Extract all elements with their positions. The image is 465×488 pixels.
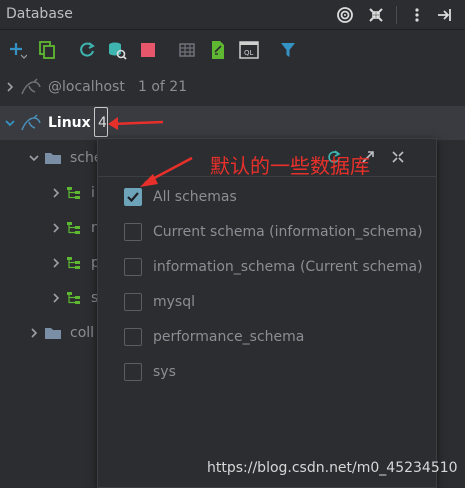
arrow-to-count bbox=[111, 120, 164, 126]
annotation-arrows bbox=[108, 117, 193, 187]
annotation-text: 默认的一些数据库 bbox=[210, 154, 370, 178]
watermark-text: https://blog.csdn.net/m0_45234510 bbox=[207, 460, 458, 476]
arrow-head bbox=[108, 117, 118, 130]
arrow-head bbox=[140, 174, 158, 187]
